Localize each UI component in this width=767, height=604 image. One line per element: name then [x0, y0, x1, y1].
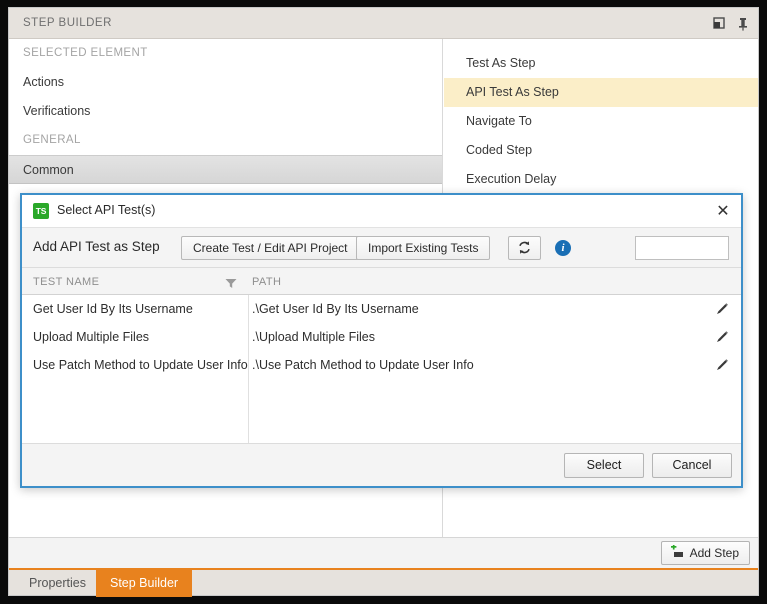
restore-window-icon[interactable] — [710, 15, 728, 33]
sidebar-group-header-selected-element: SELECTED ELEMENT — [9, 39, 442, 68]
add-step-label: Add Step — [689, 546, 739, 560]
cell-path: .\Use Patch Method to Update User Info — [252, 358, 474, 372]
dialog-footer: Select Cancel — [22, 443, 741, 486]
table-row[interactable]: Get User Id By Its Username .\Get User I… — [22, 295, 741, 323]
edit-pencil-icon[interactable] — [715, 358, 729, 372]
edit-pencil-icon[interactable] — [715, 302, 729, 316]
panel-footer: Add Step — [9, 537, 758, 568]
info-icon[interactable]: i — [555, 240, 571, 256]
cell-test-name: Upload Multiple Files — [33, 330, 150, 344]
cell-test-name: Use Patch Method to Update User Info — [33, 358, 248, 372]
cell-path: .\Get User Id By Its Username — [252, 302, 419, 316]
add-step-icon — [670, 543, 684, 562]
table-row[interactable]: Use Patch Method to Update User Info .\U… — [22, 351, 741, 379]
sidebar-group-header-general: GENERAL — [9, 126, 442, 155]
column-header-test-name[interactable]: TEST NAME — [33, 276, 99, 288]
tabstrip: Properties Step Builder — [9, 568, 758, 597]
select-button[interactable]: Select — [564, 453, 644, 478]
grid-header: TEST NAME PATH — [22, 268, 741, 295]
tab-step-builder[interactable]: Step Builder — [96, 570, 193, 597]
command-item-navigate-to[interactable]: Navigate To — [444, 107, 758, 136]
pin-icon[interactable] — [734, 15, 752, 33]
column-header-path[interactable]: PATH — [252, 276, 281, 288]
telerik-test-studio-icon: TS — [33, 203, 49, 219]
select-api-tests-dialog: TS Select API Test(s) ✕ Add API Test as … — [20, 193, 743, 488]
command-item-coded-step[interactable]: Coded Step — [444, 136, 758, 165]
close-icon[interactable]: ✕ — [711, 200, 735, 224]
sidebar-item-actions[interactable]: Actions — [9, 68, 442, 97]
sidebar-item-common[interactable]: Common — [9, 155, 442, 184]
refresh-button[interactable] — [508, 236, 541, 260]
command-item-execution-delay[interactable]: Execution Delay — [444, 165, 758, 194]
cell-path: .\Upload Multiple Files — [252, 330, 375, 344]
dialog-title: Select API Test(s) — [57, 203, 156, 217]
edit-pencil-icon[interactable] — [715, 330, 729, 344]
cell-test-name: Get User Id By Its Username — [33, 302, 193, 316]
command-item-test-as-step[interactable]: Test As Step — [444, 49, 758, 78]
application-frame: STEP BUILDER SELECTED ELEMENT Actions Ve… — [0, 0, 767, 604]
import-existing-tests-button[interactable]: Import Existing Tests — [356, 236, 491, 260]
step-builder-panel: STEP BUILDER SELECTED ELEMENT Actions Ve… — [8, 7, 759, 597]
search-input[interactable] — [635, 236, 729, 260]
dialog-toolbar: Add API Test as Step Create Test / Edit … — [22, 228, 741, 268]
create-test-edit-api-project-button[interactable]: Create Test / Edit API Project — [181, 236, 360, 260]
tab-properties[interactable]: Properties — [15, 570, 100, 597]
toolbar-label: Add API Test as Step — [33, 239, 160, 254]
dialog-titlebar: TS Select API Test(s) ✕ — [22, 195, 741, 228]
add-step-button[interactable]: Add Step — [660, 541, 750, 565]
command-item-api-test-as-step[interactable]: API Test As Step — [444, 78, 758, 107]
sidebar-item-verifications[interactable]: Verifications — [9, 97, 442, 126]
filter-icon[interactable] — [225, 276, 237, 288]
table-row[interactable]: Upload Multiple Files .\Upload Multiple … — [22, 323, 741, 351]
cancel-button[interactable]: Cancel — [652, 453, 732, 478]
page-title: STEP BUILDER — [23, 17, 112, 29]
panel-titlebar: STEP BUILDER — [9, 8, 758, 39]
